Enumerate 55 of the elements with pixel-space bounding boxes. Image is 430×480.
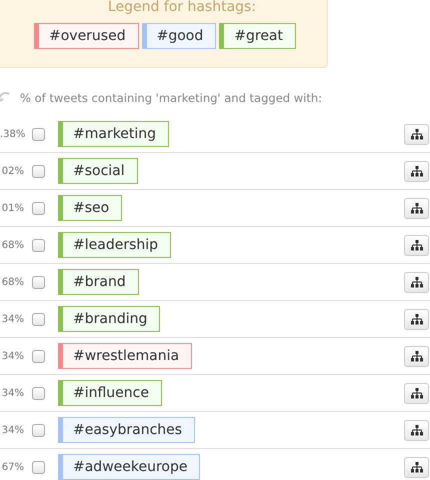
hierarchy-button[interactable]: [404, 382, 429, 404]
checkbox[interactable]: [32, 238, 45, 252]
checkbox[interactable]: [32, 350, 45, 362]
hierarchy-button[interactable]: [404, 124, 429, 144]
percent-text: 67%: [0, 462, 24, 472]
checkbox[interactable]: [32, 386, 45, 400]
hierarchy-button[interactable]: [404, 234, 429, 256]
caption-text: % of tweets containing 'marketing' and tagged with:: [20, 91, 322, 105]
percent-text: 68%: [0, 276, 24, 288]
hashtag-tag[interactable]: #influence: [58, 380, 162, 406]
hashtag-tag[interactable]: #wrestlemania: [58, 343, 192, 369]
legend-tag: #overused: [34, 23, 139, 49]
hierarchy-icon: [410, 314, 422, 324]
hashtag-tag[interactable]: #branding: [58, 306, 160, 332]
hierarchy-button[interactable]: [404, 198, 429, 218]
checkbox[interactable]: [32, 312, 45, 326]
hierarchy-button[interactable]: [404, 346, 429, 366]
hierarchy-button[interactable]: [404, 456, 429, 478]
hashtag-tag[interactable]: #adweekeurope: [58, 454, 200, 480]
legend-title: Legend for hashtags:: [108, 0, 256, 15]
hashtag-tag[interactable]: #leadership: [58, 232, 172, 258]
percent-text: 34%: [0, 350, 24, 362]
hashtag-tag[interactable]: #easybranches: [58, 417, 196, 443]
hierarchy-icon: [410, 202, 422, 214]
hierarchy-button[interactable]: [404, 160, 429, 182]
percent-text: 68%: [0, 240, 24, 250]
hierarchy-icon: [410, 424, 422, 436]
hashtag-tag[interactable]: #social: [58, 158, 138, 184]
checkbox[interactable]: [32, 128, 45, 140]
hashtag-tag[interactable]: #brand: [58, 269, 139, 295]
hierarchy-icon: [410, 388, 422, 398]
percent-text: 34%: [0, 388, 24, 398]
checkbox[interactable]: [32, 202, 45, 214]
legend-tag: #great: [219, 23, 296, 49]
hierarchy-icon: [410, 128, 422, 140]
hierarchy-icon: [410, 240, 422, 250]
hierarchy-icon: [410, 166, 422, 176]
percent-text: 34%: [0, 424, 24, 436]
percent-text: 02%: [0, 166, 24, 176]
percent-text: .38%: [0, 128, 24, 140]
hierarchy-icon: [410, 350, 422, 362]
hierarchy-icon: [410, 276, 422, 288]
percent-text: 01%: [0, 202, 24, 214]
percent-text: 34%: [0, 314, 24, 324]
hashtag-tag[interactable]: #seo: [58, 195, 122, 221]
checkbox[interactable]: [32, 424, 45, 436]
hierarchy-icon: [410, 462, 422, 472]
checkbox[interactable]: [32, 460, 45, 474]
hierarchy-button[interactable]: [404, 272, 429, 292]
checkbox[interactable]: [32, 164, 45, 178]
hierarchy-button[interactable]: [404, 308, 429, 330]
legend-tag: #good: [142, 23, 216, 49]
checkbox[interactable]: [32, 276, 45, 288]
hashtag-tag[interactable]: #marketing: [58, 121, 170, 147]
hierarchy-button[interactable]: [404, 420, 429, 440]
